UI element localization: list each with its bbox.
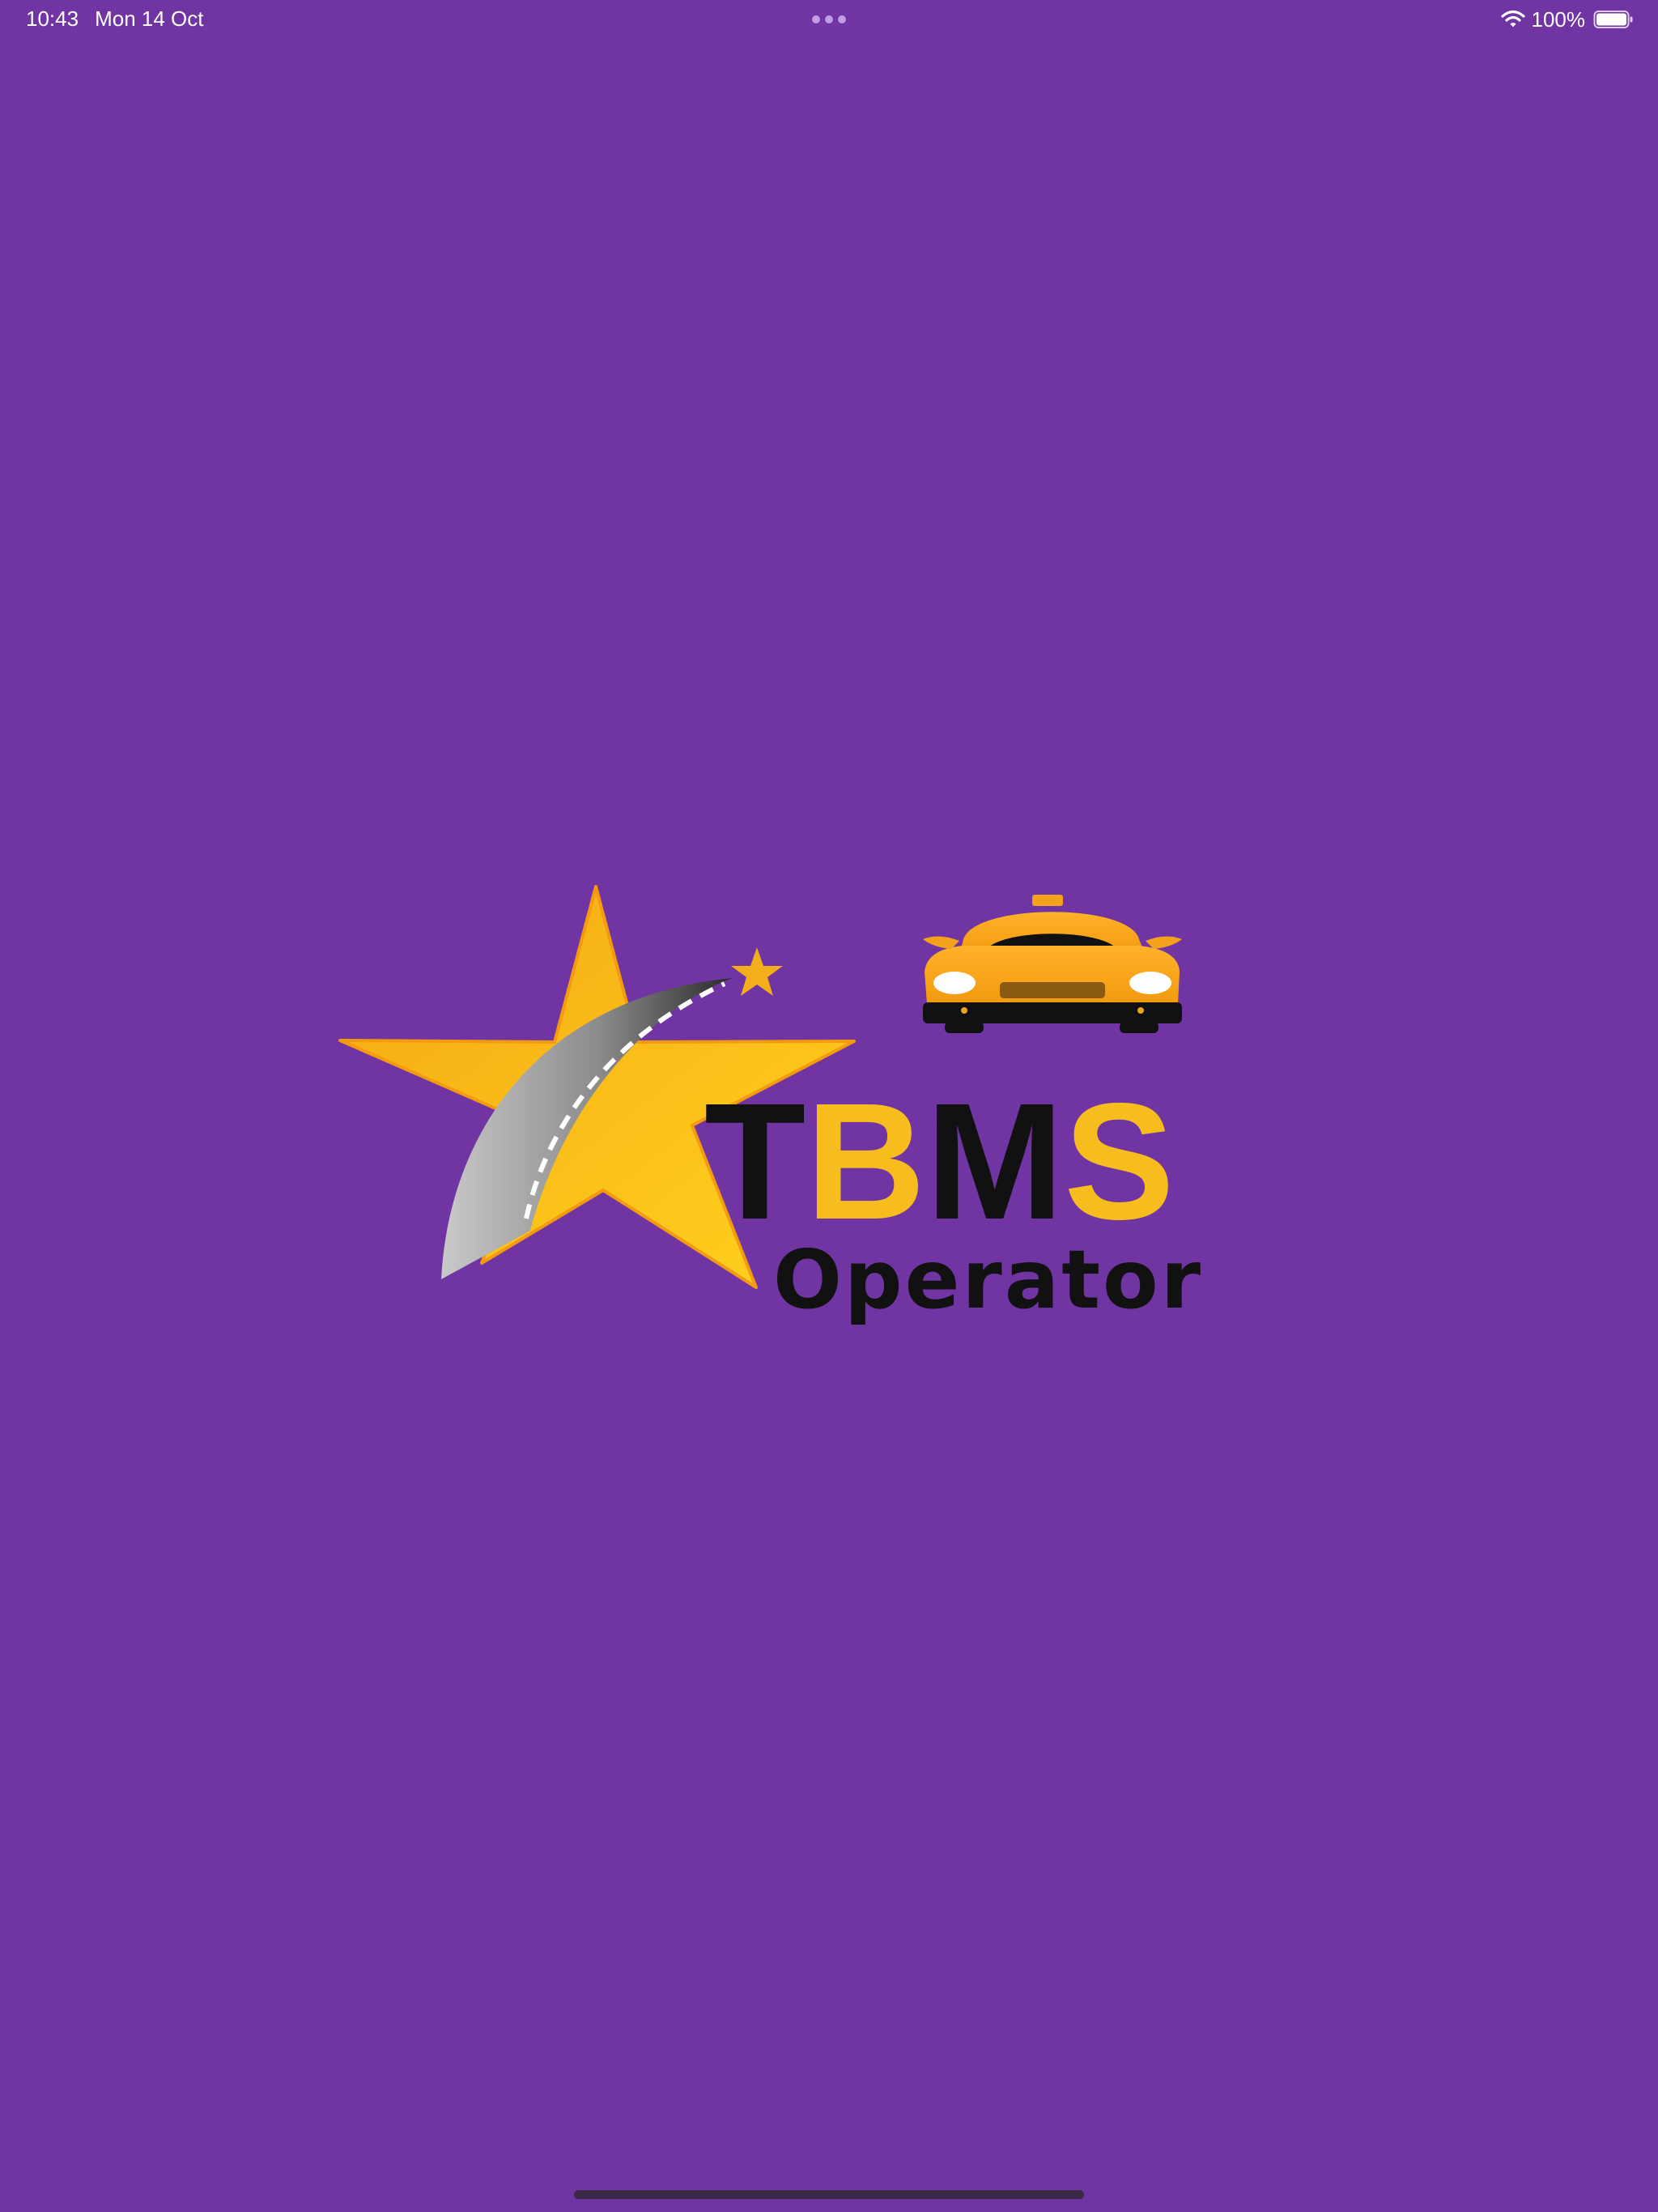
logo-wordmark: TBMS (704, 1069, 1175, 1254)
app-logo: TBMS Operator (338, 885, 1203, 1327)
status-left: 10:43 Mon 14 Oct (26, 6, 203, 31)
status-bar: 10:43 Mon 14 Oct 100% (0, 0, 1658, 39)
status-right: 100% (1500, 6, 1635, 32)
taxi-car-icon (923, 895, 1182, 1033)
multitask-dots-icon[interactable] (811, 15, 847, 24)
status-time: 10:43 (26, 6, 79, 31)
wifi-icon (1500, 10, 1525, 28)
home-indicator[interactable] (574, 2190, 1084, 2199)
status-date: Mon 14 Oct (95, 6, 204, 31)
battery-percent: 100% (1531, 7, 1586, 32)
logo-subtitle: Operator (773, 1232, 1203, 1327)
small-star-icon (731, 947, 783, 996)
battery-icon (1593, 11, 1633, 28)
